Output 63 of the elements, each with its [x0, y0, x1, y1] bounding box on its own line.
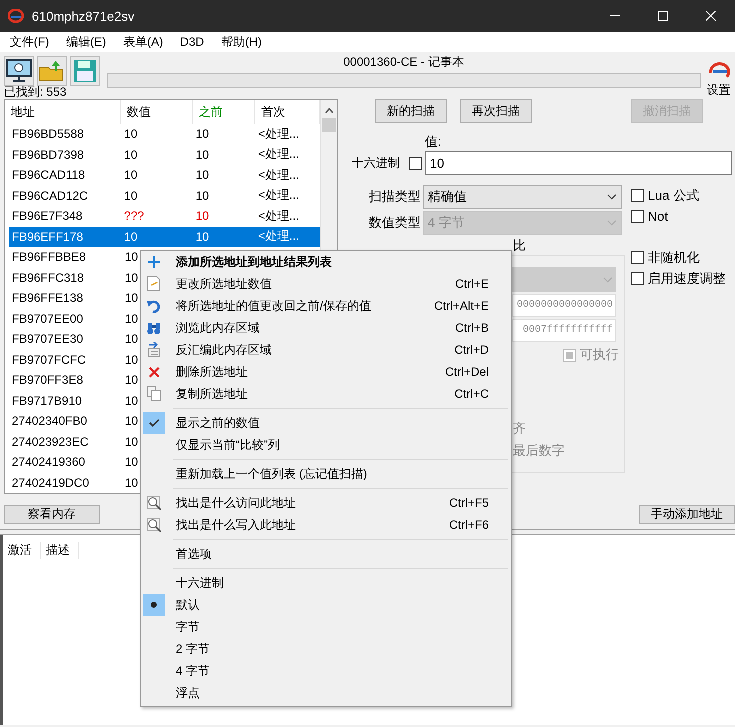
- previous-cell-text: 10: [194, 230, 210, 244]
- window-title: 610mphz871e2sv: [32, 8, 136, 24]
- address-cell-text: FB96E7F348: [11, 209, 84, 224]
- first-cell-text: <处理...: [257, 146, 300, 164]
- field-label: 数值类型: [368, 214, 422, 232]
- first-cell-text: <处理...: [257, 187, 300, 204]
- address-cell-text: 27402419DC0: [11, 476, 90, 490]
- process-title: 00001360-CE - 记事本: [344, 54, 464, 71]
- first-cell-text: <处理...: [257, 208, 300, 225]
- hex-label: 十六进制: [351, 154, 400, 172]
- address-cell-text: 27402340FB0: [11, 414, 88, 428]
- value-cell-text: 10: [123, 188, 139, 203]
- address-cell-text: FB96BD5588: [11, 127, 86, 142]
- first-cell-text: <处理...: [257, 126, 300, 143]
- address-cell-text: 274023923EC: [11, 434, 90, 449]
- value-cell-text: 10: [123, 230, 139, 244]
- address-cell-text: FB96EFF178: [11, 230, 84, 244]
- option-label: 最后数字: [513, 442, 566, 460]
- address-cell-text: FB96CAD118: [11, 168, 86, 182]
- value-cell-text: 10: [123, 127, 139, 142]
- address-cell-text: FB9707EE00: [11, 312, 84, 326]
- field-label: 扫描类型: [368, 188, 422, 206]
- previous-cell-text: 10: [194, 168, 210, 182]
- value-cell-text: 10: [124, 476, 138, 490]
- value-cell-text: 10: [124, 270, 138, 285]
- address-cell-text: FB96FFE138: [11, 291, 84, 306]
- address-cell-text: FB9717B910: [11, 394, 84, 408]
- checkbox-label: Lua 公式: [648, 186, 700, 204]
- previous-cell-text: 10: [194, 188, 210, 203]
- value-cell-text: 10: [124, 394, 138, 408]
- value-cell-text: 10: [124, 312, 138, 326]
- value-cell-text: 10: [124, 414, 138, 428]
- value-cell-text: 10: [124, 332, 138, 346]
- value-cell-text: 10: [124, 455, 138, 470]
- checkbox-label: 可执行: [580, 346, 619, 364]
- address-cell-text: FB96FFC318: [11, 270, 86, 285]
- first-cell-text: <处理...: [257, 228, 300, 246]
- address-cell-text: FB970FF3E8: [11, 373, 84, 388]
- value-cell-text: 10: [124, 250, 138, 264]
- address-cell-text: FB9707FCFC: [11, 352, 88, 367]
- value-cell-text: 10: [124, 352, 138, 367]
- value-cell-text: 10: [123, 148, 139, 162]
- value-cell-text: ???: [123, 209, 146, 224]
- address-cell-text: FB96BD7398: [11, 148, 86, 162]
- previous-cell-text: 10: [194, 209, 210, 224]
- value-cell-text: 10: [124, 434, 138, 449]
- checkbox-label: Not: [648, 209, 668, 224]
- address-cell-text: FB9707EE30: [11, 332, 84, 346]
- address-cell-text: 27402419360: [11, 455, 86, 470]
- address-cell-text: FB96CAD12C: [11, 188, 90, 203]
- previous-cell-text: 10: [194, 127, 210, 142]
- value-cell-text: 10: [123, 168, 139, 182]
- previous-cell-text: 10: [194, 148, 210, 162]
- found-count: 已找到: 553: [3, 84, 67, 99]
- checkbox-label: 启用速度调整: [648, 270, 726, 288]
- value-cell-text: 10: [124, 373, 138, 388]
- option-label: 齐: [513, 420, 527, 438]
- value-label: 值:: [424, 133, 443, 149]
- value-cell-text: 10: [124, 291, 138, 306]
- first-cell-text: <处理...: [257, 166, 300, 184]
- option-label: 比: [513, 237, 527, 255]
- checkbox-label: 非随机化: [648, 248, 700, 266]
- address-cell-text: FB96FFBBE8: [11, 250, 88, 264]
